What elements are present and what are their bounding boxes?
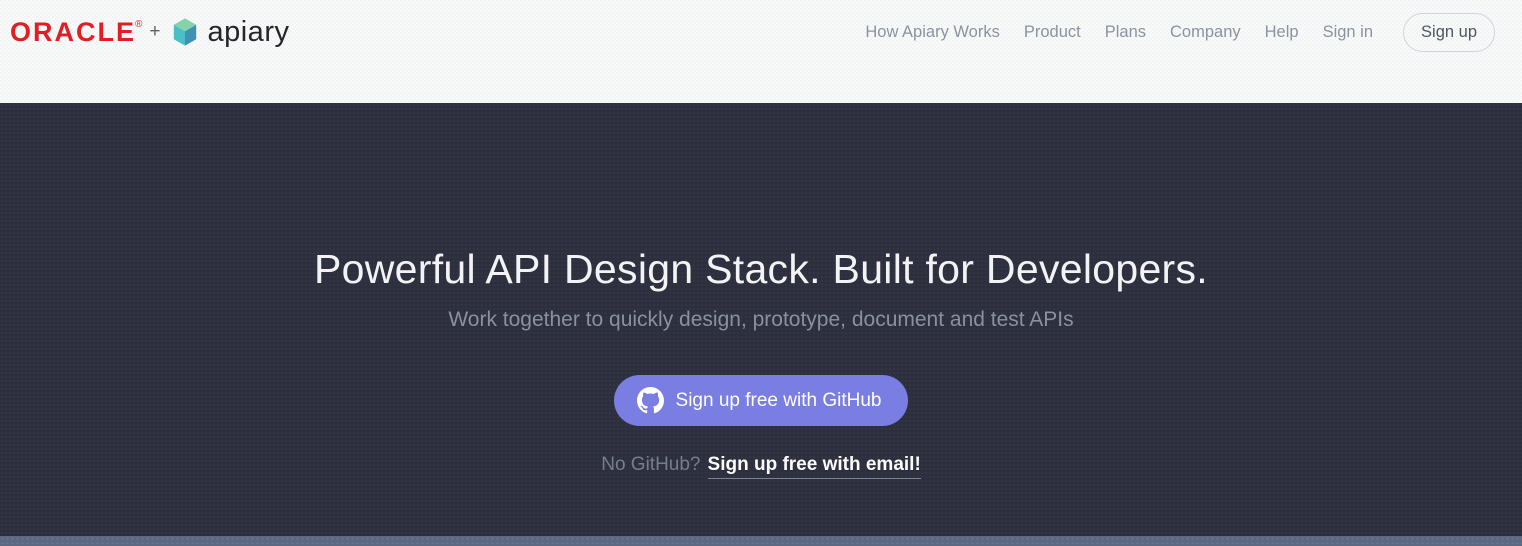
apiary-landing-page: ORACLE ® + apiary How Apiary Works Produ… [0,0,1522,546]
nav-product[interactable]: Product [1024,23,1081,42]
main-nav: How Apiary Works Product Plans Company H… [841,12,1495,52]
nav-sign-in[interactable]: Sign in [1323,23,1373,42]
site-header: ORACLE ® + apiary How Apiary Works Produ… [0,0,1522,103]
nav-how-apiary-works[interactable]: How Apiary Works [865,23,999,42]
oracle-apiary-logo[interactable]: ORACLE ® + apiary [10,16,289,48]
hero-title: Powerful API Design Stack. Built for Dev… [313,246,1209,292]
github-signup-button[interactable]: Sign up free with GitHub [613,375,909,427]
email-signup-link[interactable]: Sign up free with email! [707,454,921,480]
nav-company[interactable]: Company [1170,23,1241,42]
nav-help[interactable]: Help [1265,23,1299,42]
github-octocat-icon [636,387,664,414]
apiary-cube-icon [169,16,201,48]
github-signup-label: Sign up free with GitHub [675,389,882,411]
apiary-wordmark: apiary [207,15,290,48]
bottom-strip [0,536,1522,546]
nav-plans[interactable]: Plans [1105,23,1146,42]
hero-section: Powerful API Design Stack. Built for Dev… [0,103,1522,536]
email-signup-line: No GitHub? Sign up free with email! [0,454,1522,480]
header-signup-button[interactable]: Sign up [1403,12,1495,52]
registered-trademark-mark: ® [135,18,143,30]
oracle-wordmark: ORACLE [10,16,136,47]
hero-subtitle: Work together to quickly design, prototy… [448,308,1074,332]
no-github-text: No GitHub? [601,454,701,476]
plus-separator: + [149,21,161,42]
